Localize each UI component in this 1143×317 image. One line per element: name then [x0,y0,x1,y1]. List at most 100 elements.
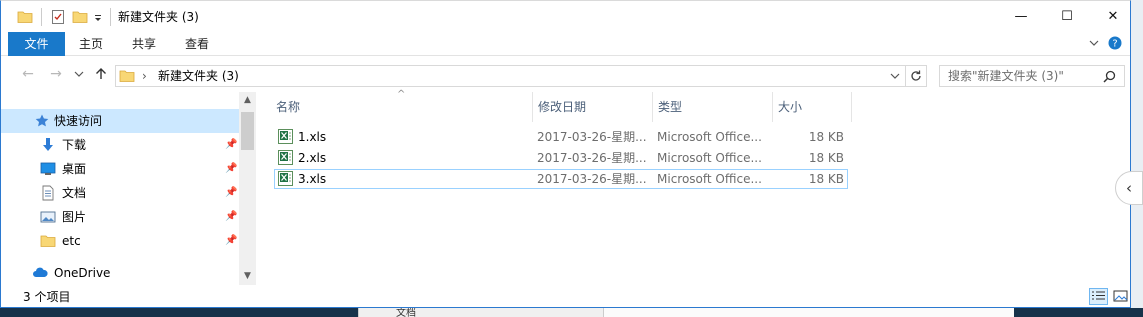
folder-icon [17,11,33,23]
file-type: Microsoft Office... [657,151,762,165]
pin-icon: 📌 [225,211,238,222]
file-date: 2017-03-26-星期... [537,151,647,165]
sidebar-item-label: 桌面 [62,162,87,176]
sidebar-item-downloads[interactable]: 下载 📌 [1,133,239,157]
recent-locations-icon[interactable] [74,69,84,79]
file-type: Microsoft Office... [657,130,762,144]
pin-icon: 📌 [225,235,238,246]
pin-icon: 📌 [225,163,238,174]
svg-text:?: ? [1112,39,1117,50]
address-row: ← → › 新建文件夹 (3) 搜索"新建文件夹 (3)" [1,56,1130,92]
pin-icon: 📌 [225,139,238,150]
forward-button[interactable]: → [46,66,66,82]
toolbar-separator [110,8,111,26]
collapse-panel-icon[interactable]: ‹ [1115,171,1143,205]
ribbon-right-controls: ? [1089,36,1122,50]
background-pane-right [604,308,1014,317]
file-name[interactable]: 2.xls [298,150,326,166]
excel-file-icon [278,129,293,144]
picture-icon [40,211,56,223]
refresh-icon[interactable] [909,69,923,83]
address-bar[interactable]: › 新建文件夹 (3) [115,65,927,87]
search-box[interactable]: 搜索"新建文件夹 (3)" [939,65,1125,87]
tab-view[interactable]: 查看 [175,32,219,56]
sidebar-item-pictures[interactable]: 图片 📌 [1,205,239,229]
pin-icon: 📌 [225,187,238,198]
tab-share[interactable]: 共享 [123,32,165,56]
file-date: 2017-03-26-星期... [537,130,647,144]
excel-file-icon [278,171,293,186]
file-row-selected[interactable]: 3.xls 2017-03-26-星期... Microsoft Office.… [274,169,848,189]
file-row[interactable]: 2.xls 2017-03-26-星期... Microsoft Office.… [274,148,848,168]
sidebar-item-etc[interactable]: etc 📌 [1,229,239,253]
folder-icon [119,70,135,82]
document-icon [42,185,54,201]
file-list-pane: ^ 名称 修改日期 类型 大小 1.xls 2017-03-26-星期... M… [257,89,1130,285]
tab-file[interactable]: 文件 [8,32,65,56]
column-header-type[interactable]: 类型 [653,92,773,122]
column-header-name[interactable]: 名称 [271,92,533,122]
sidebar-item-label: OneDrive [54,266,111,280]
address-dropdown-icon[interactable] [890,71,900,81]
maximize-button[interactable]: ☐ [1044,1,1090,31]
breadcrumb-separator[interactable]: › [142,69,147,84]
cloud-icon [33,267,48,277]
file-name[interactable]: 1.xls [298,129,326,145]
scroll-down-icon[interactable]: ▼ [239,268,256,285]
file-size: 18 KB [808,172,844,186]
details-view-icon [1092,291,1105,300]
desktop-icon [40,162,56,175]
background-window-strip [1130,0,1143,317]
status-bar: 3 个项目 [1,285,1130,307]
sidebar-item-quick-access[interactable]: 快速访问 [1,109,239,133]
download-icon [43,138,53,151]
search-input[interactable]: 搜索"新建文件夹 (3)" [948,69,1064,84]
scrollbar-thumb[interactable] [241,112,254,150]
help-icon[interactable]: ? [1108,36,1122,50]
excel-file-icon [278,150,293,165]
sidebar-item-label: 快速访问 [54,114,103,128]
large-icons-view-icon [1113,290,1128,302]
breadcrumb-folder[interactable]: 新建文件夹 (3) [158,69,239,84]
close-button[interactable]: ✕ [1090,1,1130,31]
file-date: 2017-03-26-星期... [537,172,647,186]
new-folder-icon[interactable] [72,8,88,26]
minimize-button[interactable]: — [998,1,1044,31]
title-bar: 新建文件夹 (3) — ☐ ✕ [1,1,1130,32]
ribbon-tabs: 文件 主页 共享 查看 ? [1,32,1130,56]
sidebar-item-documents[interactable]: 文档 📌 [1,181,239,205]
column-header-size[interactable]: 大小 [773,92,852,122]
toolbar-separator [41,8,42,26]
tab-home[interactable]: 主页 [71,32,111,56]
explorer-window: 新建文件夹 (3) — ☐ ✕ 文件 主页 共享 查看 ? ← → › 新建文件… [0,0,1131,308]
item-count: 3 个项目 [23,290,71,304]
sidebar-item-label: 图片 [62,210,87,224]
sidebar-item-desktop[interactable]: 桌面 📌 [1,157,239,181]
address-divider [905,66,906,86]
sidebar-item-label: etc [62,234,81,248]
back-button[interactable]: ← [18,66,38,82]
background-pane [358,308,604,317]
window-title: 新建文件夹 (3) [118,10,199,24]
file-name[interactable]: 3.xls [298,171,326,187]
up-arrow-icon[interactable] [94,67,108,81]
star-icon [35,114,49,127]
nav-scrollbar[interactable]: ▲ ▼ [239,92,256,285]
file-row[interactable]: 1.xls 2017-03-26-星期... Microsoft Office.… [274,127,848,147]
scroll-up-icon[interactable]: ▲ [239,92,256,109]
background-taskbar-strip: 文档 [0,308,1143,317]
column-header-date[interactable]: 修改日期 [533,92,653,122]
file-size: 18 KB [808,130,844,144]
file-size: 18 KB [808,151,844,165]
search-icon[interactable] [1103,70,1116,83]
expand-ribbon-icon[interactable] [1089,38,1099,48]
folder-icon [40,235,56,247]
properties-icon[interactable] [50,8,66,26]
sidebar-item-label: 下载 [62,138,87,152]
customize-toolbar-icon[interactable] [93,8,103,26]
navigation-pane: 快速访问 下载 📌 桌面 📌 文档 📌 图片 📌 etc 📌 OneDrive … [1,92,257,285]
large-icons-view-button[interactable] [1111,288,1130,305]
details-view-button[interactable] [1089,288,1108,305]
background-peek-text: 文档 [396,308,416,317]
sidebar-item-onedrive[interactable]: OneDrive [1,261,239,285]
